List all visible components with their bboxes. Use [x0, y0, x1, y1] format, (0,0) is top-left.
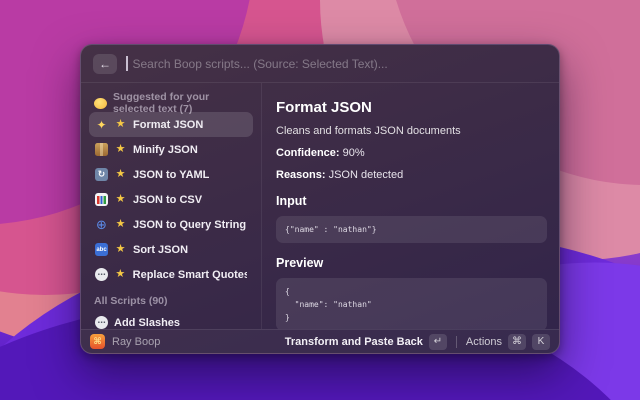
detail-description: Cleans and formats JSON documents — [276, 125, 547, 137]
script-item-sort-json[interactable]: abc ★ Sort JSON — [89, 237, 253, 262]
section-label: All Scripts (90) — [94, 295, 168, 307]
sparkles-icon: ✦ — [95, 118, 108, 131]
section-header: Suggested for your selected text (7) — [89, 94, 253, 112]
script-item-label: JSON to Query String — [133, 219, 246, 231]
transform-and-paste-back-button[interactable]: Transform and Paste Back ↵ — [285, 334, 447, 350]
preview-code-block: { "name": "nathan" } — [276, 278, 547, 329]
section-label: Suggested for your selected text (7) — [113, 91, 253, 115]
actions-button[interactable]: Actions ⌘ K — [466, 334, 550, 350]
section-header: All Scripts (90) — [89, 292, 253, 310]
command-glyph: ⌘ — [93, 336, 101, 347]
confidence-value: 90% — [340, 147, 365, 159]
reasons-value: JSON detected — [326, 169, 404, 181]
script-item-minify-json[interactable]: ★ Minify JSON — [89, 137, 253, 162]
script-item-format-json[interactable]: ✦ ★ Format JSON — [89, 112, 253, 137]
reasons-label: Reasons: — [276, 169, 326, 181]
detail-title: Format JSON — [276, 99, 547, 116]
boop-app-icon: ⌘ — [90, 334, 105, 349]
search-input[interactable] — [133, 57, 548, 71]
primary-action-label: Transform and Paste Back — [285, 336, 423, 348]
app-name: Ray Boop — [112, 336, 160, 348]
script-item-json-to-yaml[interactable]: ↻ ★ JSON to YAML — [89, 162, 253, 187]
script-item-json-to-csv[interactable]: ★ JSON to CSV — [89, 187, 253, 212]
star-icon: ★ — [114, 194, 127, 205]
speech-icon: ⋯ — [95, 316, 108, 329]
script-item-replace-smart-quotes[interactable]: ⋯ ★ Replace Smart Quotes — [89, 262, 253, 287]
k-key-icon: K — [532, 334, 550, 350]
abc-icon: abc — [95, 243, 108, 256]
script-item-label: Sort JSON — [133, 244, 188, 256]
globe-icon: ⊕ — [95, 218, 108, 231]
star-icon: ★ — [114, 144, 127, 155]
script-item-label: Add Slashes — [114, 317, 180, 329]
star-icon: ★ — [114, 119, 127, 130]
star-icon: ★ — [114, 269, 127, 280]
script-list: Suggested for your selected text (7) ✦ ★ Fo… — [81, 83, 261, 329]
detail-pane: Format JSON Cleans and formats JSON docu… — [261, 83, 559, 329]
script-item-label: JSON to YAML — [133, 169, 209, 181]
star-icon: ★ — [114, 219, 127, 230]
chart-icon — [95, 193, 108, 206]
input-heading: Input — [276, 194, 547, 208]
star-icon: ★ — [114, 244, 127, 255]
confidence-row: Confidence: 90% — [276, 147, 547, 159]
main-content: Suggested for your selected text (7) ✦ ★ Fo… — [81, 83, 559, 329]
footer-bar: ⌘ Ray Boop Transform and Paste Back ↵ Ac… — [81, 329, 559, 353]
confidence-label: Confidence: — [276, 147, 340, 159]
star-icon: ★ — [114, 169, 127, 180]
reasons-row: Reasons: JSON detected — [276, 169, 547, 181]
preview-heading: Preview — [276, 256, 547, 270]
actions-label: Actions — [466, 336, 502, 348]
back-button[interactable]: ← — [93, 54, 117, 74]
command-key-icon: ⌘ — [508, 334, 526, 350]
script-item-label: Minify JSON — [133, 144, 198, 156]
refresh-icon: ↻ — [95, 168, 108, 181]
back-icon: ← — [99, 57, 111, 71]
text-caret — [126, 56, 128, 71]
script-item-json-to-query-string[interactable]: ⊕ ★ JSON to Query String — [89, 212, 253, 237]
speech-icon: ⋯ — [95, 268, 108, 281]
script-item-label: JSON to CSV — [133, 194, 202, 206]
script-item-label: Format JSON — [133, 119, 203, 131]
package-icon — [95, 143, 108, 156]
input-code-block: {"name" : "nathan"} — [276, 216, 547, 243]
footer-divider — [456, 336, 457, 348]
raycast-window: ← Suggested for your selected text (7) ✦ ★… — [80, 44, 560, 354]
return-key-icon: ↵ — [429, 334, 447, 350]
search-bar: ← — [81, 45, 559, 83]
script-item-label: Replace Smart Quotes — [133, 269, 247, 281]
lightbulb-icon — [94, 98, 107, 109]
script-item-add-slashes[interactable]: ⋯ Add Slashes — [89, 310, 253, 329]
